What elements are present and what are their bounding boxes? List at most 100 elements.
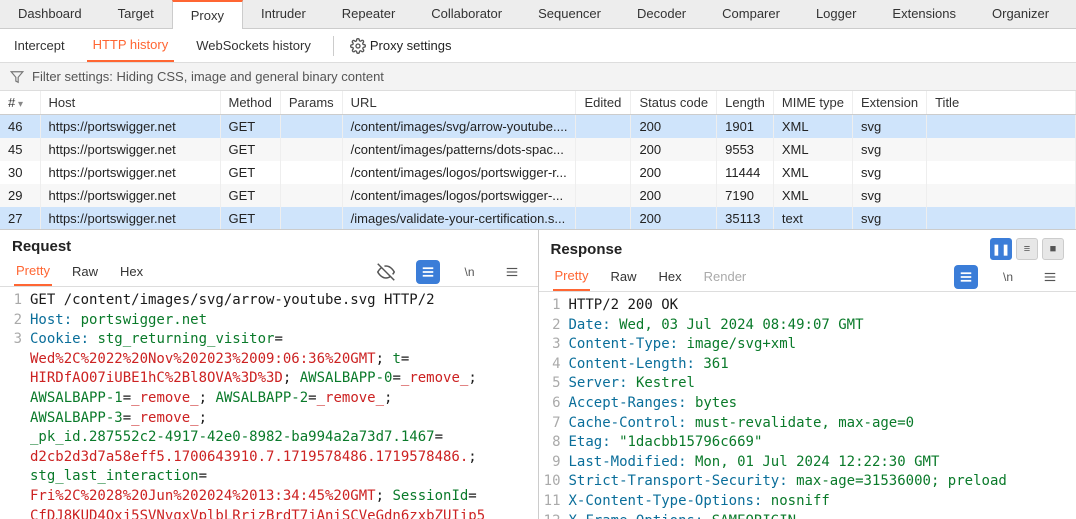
- layout-columns-button[interactable]: ❚❚: [990, 238, 1012, 260]
- cell-title: [927, 161, 1076, 184]
- col-title[interactable]: Title: [927, 91, 1076, 115]
- response-hamburger-icon[interactable]: [1038, 265, 1062, 289]
- hamburger-icon[interactable]: [500, 260, 524, 284]
- cell-n: 29: [0, 184, 40, 207]
- response-tab-raw[interactable]: Raw: [608, 263, 638, 290]
- filter-bar[interactable]: Filter settings: Hiding CSS, image and g…: [0, 63, 1076, 91]
- col-params[interactable]: Params: [280, 91, 342, 115]
- cell-ext: svg: [853, 115, 927, 139]
- top-tab-logger[interactable]: Logger: [798, 0, 874, 28]
- cell-status: 200: [631, 138, 717, 161]
- cell-host: https://portswigger.net: [40, 138, 220, 161]
- top-tab-decoder[interactable]: Decoder: [619, 0, 704, 28]
- subtab-http-history[interactable]: HTTP history: [87, 29, 175, 62]
- request-tab-pretty[interactable]: Pretty: [14, 257, 52, 286]
- col-edited[interactable]: Edited: [576, 91, 631, 115]
- line-content: Last-Modified: Mon, 01 Jul 2024 12:22:30…: [569, 453, 1076, 473]
- cell-host: https://portswigger.net: [40, 161, 220, 184]
- cell-length: 1901: [717, 115, 774, 139]
- line-content: AWSALBAPP-3=_remove_;: [30, 409, 538, 429]
- cell-edited: [576, 184, 631, 207]
- newline-toggle[interactable]: \n: [458, 260, 482, 284]
- subtab-intercept[interactable]: Intercept: [8, 30, 71, 61]
- top-tab-collaborator[interactable]: Collaborator: [413, 0, 520, 28]
- cell-params: [280, 115, 342, 139]
- request-tab-raw[interactable]: Raw: [70, 258, 100, 285]
- table-row[interactable]: 45https://portswigger.netGET/content/ima…: [0, 138, 1076, 161]
- cell-method: GET: [220, 138, 280, 161]
- line-number: 6: [539, 394, 569, 414]
- table-row[interactable]: 27https://portswigger.netGET/images/vali…: [0, 207, 1076, 229]
- cell-url: /content/images/logos/portswigger-r...: [342, 161, 576, 184]
- col-number[interactable]: #: [0, 91, 40, 115]
- col-host[interactable]: Host: [40, 91, 220, 115]
- response-title: Response: [551, 241, 623, 258]
- col-extension[interactable]: Extension: [853, 91, 927, 115]
- response-tab-pretty[interactable]: Pretty: [553, 262, 591, 291]
- cell-method: GET: [220, 207, 280, 229]
- col-mime[interactable]: MIME type: [773, 91, 852, 115]
- request-tab-hex[interactable]: Hex: [118, 258, 145, 285]
- subtab-divider: [333, 36, 334, 56]
- cell-url: /content/images/logos/portswigger-...: [342, 184, 576, 207]
- line-content: _pk_id.287552c2-4917-42e0-8982-ba994a2a7…: [30, 428, 538, 448]
- col-status[interactable]: Status code: [631, 91, 717, 115]
- proxy-settings-link[interactable]: Proxy settings: [350, 38, 452, 54]
- col-url[interactable]: URL: [342, 91, 576, 115]
- line-content: d2cb2d3d7a58eff5.1700643910.7.1719578486…: [30, 448, 538, 468]
- layout-rows-button[interactable]: ≡: [1016, 238, 1038, 260]
- top-tab-sequencer[interactable]: Sequencer: [520, 0, 619, 28]
- top-tab-repeater[interactable]: Repeater: [324, 0, 413, 28]
- line-content: AWSALBAPP-1=_remove_; AWSALBAPP-2=_remov…: [30, 389, 538, 409]
- cell-mime: XML: [773, 115, 852, 139]
- line-content: Etag: "1dacbb15796c669": [569, 433, 1076, 453]
- line-number: 4: [539, 355, 569, 375]
- cell-method: GET: [220, 161, 280, 184]
- line-number: 2: [539, 316, 569, 336]
- top-tab-comparer[interactable]: Comparer: [704, 0, 798, 28]
- response-tab-render[interactable]: Render: [702, 263, 749, 290]
- table-row[interactable]: 46https://portswigger.netGET/content/ima…: [0, 115, 1076, 139]
- top-tab-proxy[interactable]: Proxy: [172, 0, 243, 29]
- cell-mime: XML: [773, 138, 852, 161]
- line-content: Host: portswigger.net: [30, 311, 538, 331]
- col-method[interactable]: Method: [220, 91, 280, 115]
- request-body[interactable]: 1GET /content/images/svg/arrow-youtube.s…: [0, 287, 538, 519]
- top-tab-target[interactable]: Target: [100, 0, 172, 28]
- table-row[interactable]: 30https://portswigger.netGET/content/ima…: [0, 161, 1076, 184]
- response-body[interactable]: 1HTTP/2 200 OK2Date: Wed, 03 Jul 2024 08…: [539, 292, 1076, 519]
- top-tab-intruder[interactable]: Intruder: [243, 0, 324, 28]
- line-number: 9: [539, 453, 569, 473]
- response-actions-icon[interactable]: [954, 265, 978, 289]
- cell-status: 200: [631, 184, 717, 207]
- col-length[interactable]: Length: [717, 91, 774, 115]
- actions-icon[interactable]: [416, 260, 440, 284]
- line-number: [0, 350, 30, 370]
- cell-status: 200: [631, 207, 717, 229]
- filter-label: Filter settings: Hiding CSS, image and g…: [32, 69, 384, 84]
- line-number: [0, 487, 30, 507]
- cell-url: /content/images/svg/arrow-youtube....: [342, 115, 576, 139]
- cell-title: [927, 115, 1076, 139]
- cell-length: 11444: [717, 161, 774, 184]
- top-tab-dashboard[interactable]: Dashboard: [0, 0, 100, 28]
- cell-edited: [576, 115, 631, 139]
- layout-single-button[interactable]: ■: [1042, 238, 1064, 260]
- cell-url: /content/images/patterns/dots-spac...: [342, 138, 576, 161]
- table-row[interactable]: 29https://portswigger.netGET/content/ima…: [0, 184, 1076, 207]
- top-tab-extensions[interactable]: Extensions: [874, 0, 974, 28]
- line-number: 3: [0, 330, 30, 350]
- line-number: 5: [539, 374, 569, 394]
- response-tabs: Pretty Raw Hex Render \n: [539, 262, 1076, 292]
- line-number: 11: [539, 492, 569, 512]
- line-content: Date: Wed, 03 Jul 2024 08:49:07 GMT: [569, 316, 1076, 336]
- response-tab-hex[interactable]: Hex: [656, 263, 683, 290]
- cell-n: 30: [0, 161, 40, 184]
- line-number: 12: [539, 512, 569, 519]
- top-tab-organizer[interactable]: Organizer: [974, 0, 1067, 28]
- visibility-toggle-icon[interactable]: [374, 260, 398, 284]
- subtab-websockets-history[interactable]: WebSockets history: [190, 30, 317, 61]
- message-panels: Request Pretty Raw Hex \n 1GET /content/…: [0, 229, 1076, 519]
- response-newline-toggle[interactable]: \n: [996, 265, 1020, 289]
- cell-status: 200: [631, 161, 717, 184]
